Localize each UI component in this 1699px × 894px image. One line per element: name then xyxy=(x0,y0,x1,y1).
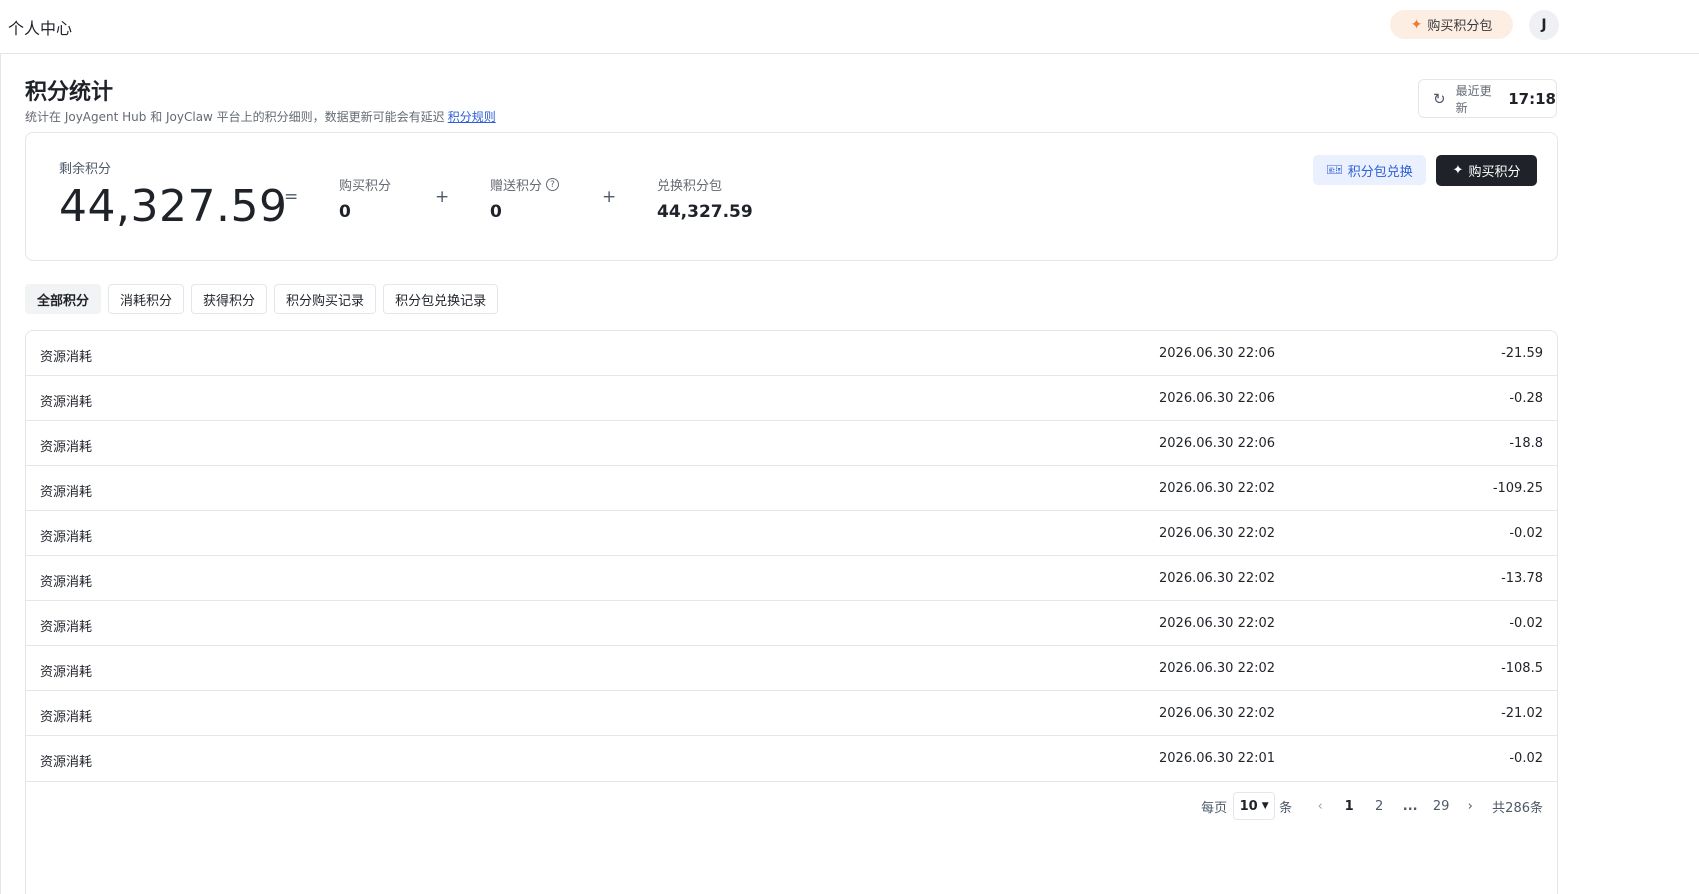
table-row: 资源消耗 2026.06.30 22:02 -108.5 xyxy=(26,646,1557,691)
tab-earned-points[interactable]: 获得积分 xyxy=(191,284,268,314)
record-time: 2026.06.30 22:01 xyxy=(1159,751,1276,766)
record-time: 2026.06.30 22:02 xyxy=(1159,526,1276,541)
equals-sign: = xyxy=(284,187,299,207)
points-summary-card: 剩余积分 44,327.59 = 购买积分 0 + 赠送积分 ? 0 + 兑换积… xyxy=(25,132,1558,261)
record-amount: -18.8 xyxy=(1509,436,1543,451)
page-title: 积分统计 xyxy=(25,80,114,105)
record-time: 2026.06.30 22:02 xyxy=(1159,661,1276,676)
sparkle-icon: ✦ xyxy=(1410,16,1423,33)
remaining-points-value: 44,327.59 xyxy=(59,181,288,232)
caret-down-icon: ▼ xyxy=(1261,801,1269,811)
gifted-points-value: 0 xyxy=(490,202,502,222)
description-text: 统计在 JoyAgent Hub 和 JoyClaw 平台上的积分细则，数据更新… xyxy=(25,110,445,124)
tab-consumed-points[interactable]: 消耗积分 xyxy=(108,284,185,314)
record-time: 2026.06.30 22:02 xyxy=(1159,616,1276,631)
chevron-right-icon[interactable]: › xyxy=(1456,799,1484,814)
exchanged-points-label: 兑换积分包 xyxy=(657,179,723,194)
record-time: 2026.06.30 22:02 xyxy=(1159,571,1276,586)
tab-purchase-records[interactable]: 积分购买记录 xyxy=(274,284,377,314)
record-type: 资源消耗 xyxy=(40,530,93,545)
purchased-points-value: 0 xyxy=(339,202,351,222)
points-records-table: 资源消耗 2026.06.30 22:06 -21.59 资源消耗 2026.0… xyxy=(25,330,1558,894)
points-pack-exchange-button[interactable]: 🎫︎ 积分包兑换 xyxy=(1313,155,1426,185)
exchanged-points-metric: 兑换积分包 44,327.59 xyxy=(657,175,753,222)
table-row: 资源消耗 2026.06.30 22:02 -0.02 xyxy=(26,511,1557,556)
record-amount: -0.02 xyxy=(1509,616,1543,631)
table-row: 资源消耗 2026.06.30 22:06 -21.59 xyxy=(26,331,1557,376)
tab-exchange-records[interactable]: 积分包兑换记录 xyxy=(383,284,499,314)
table-row: 资源消耗 2026.06.30 22:06 -0.28 xyxy=(26,376,1557,421)
page-last[interactable]: 29 xyxy=(1426,799,1456,814)
ticket-icon: 🎫︎ xyxy=(1326,162,1343,178)
record-amount: -0.02 xyxy=(1509,751,1543,766)
points-pack-exchange-label: 积分包兑换 xyxy=(1347,164,1413,180)
record-type: 资源消耗 xyxy=(40,575,93,590)
gifted-points-metric: 赠送积分 ? 0 xyxy=(490,175,560,222)
record-time: 2026.06.30 22:06 xyxy=(1159,391,1276,406)
purchased-points-label: 购买积分 xyxy=(339,179,392,194)
record-time: 2026.06.30 22:02 xyxy=(1159,481,1276,496)
last-update-time: 17:18 xyxy=(1508,89,1556,108)
plus-sign: + xyxy=(435,187,450,207)
refresh-icon[interactable]: ↻ xyxy=(1433,90,1446,108)
buy-points-pack-label: 购买积分包 xyxy=(1427,19,1493,34)
records-tabs: 全部积分 消耗积分 获得积分 积分购买记录 积分包兑换记录 xyxy=(25,284,499,314)
record-time: 2026.06.30 22:02 xyxy=(1159,706,1276,721)
record-amount: -108.5 xyxy=(1501,661,1543,676)
record-amount: -21.59 xyxy=(1501,346,1543,361)
table-row: 资源消耗 2026.06.30 22:06 -18.8 xyxy=(26,421,1557,466)
remaining-points-label: 剩余积分 xyxy=(59,162,112,177)
sparkle-icon: ✦ xyxy=(1452,163,1464,178)
record-type: 资源消耗 xyxy=(40,350,93,365)
page-size-select[interactable]: 10 ▼ xyxy=(1233,792,1276,820)
table-row: 资源消耗 2026.06.30 22:02 -0.02 xyxy=(26,601,1557,646)
record-type: 资源消耗 xyxy=(40,620,93,635)
tab-all-points[interactable]: 全部积分 xyxy=(25,284,102,314)
per-page-label: 每页 xyxy=(1201,800,1228,816)
record-type: 资源消耗 xyxy=(40,665,93,680)
table-row: 资源消耗 2026.06.30 22:02 -13.78 xyxy=(26,556,1557,601)
record-type: 资源消耗 xyxy=(40,710,93,725)
points-rules-link[interactable]: 积分规则 xyxy=(448,110,496,124)
page-size-unit: 条 xyxy=(1279,800,1293,816)
left-divider xyxy=(0,54,1,894)
exchanged-points-value: 44,327.59 xyxy=(657,202,753,222)
buy-points-button[interactable]: ✦ 购买积分 xyxy=(1436,155,1537,186)
page-2[interactable]: 2 xyxy=(1364,799,1394,814)
top-bar: 个人中心 ✦ 购买积分包 J xyxy=(0,0,1699,54)
record-amount: -0.02 xyxy=(1509,526,1543,541)
record-amount: -21.02 xyxy=(1501,706,1543,721)
record-amount: -0.28 xyxy=(1509,391,1543,406)
record-type: 资源消耗 xyxy=(40,395,93,410)
record-amount: -13.78 xyxy=(1501,571,1543,586)
page-size-value: 10 xyxy=(1239,798,1258,814)
buy-points-pack-button[interactable]: ✦ 购买积分包 xyxy=(1390,10,1513,39)
total-count: 共286条 xyxy=(1492,800,1543,816)
avatar[interactable]: J xyxy=(1529,10,1559,40)
record-type: 资源消耗 xyxy=(40,485,93,500)
record-type: 资源消耗 xyxy=(40,755,93,770)
table-row: 资源消耗 2026.06.30 22:02 -109.25 xyxy=(26,466,1557,511)
table-row: 资源消耗 2026.06.30 22:02 -21.02 xyxy=(26,691,1557,736)
last-update-label: 最近更新 xyxy=(1455,83,1492,115)
buy-points-label: 购买积分 xyxy=(1468,165,1521,180)
pagination-ellipsis[interactable]: ... xyxy=(1394,799,1426,814)
record-time: 2026.06.30 22:06 xyxy=(1159,346,1276,361)
page-1[interactable]: 1 xyxy=(1334,799,1364,814)
record-type: 资源消耗 xyxy=(40,440,93,455)
record-amount: -109.25 xyxy=(1492,481,1543,496)
table-row: 资源消耗 2026.06.30 22:01 -0.02 xyxy=(26,736,1557,782)
plus-sign: + xyxy=(602,187,617,207)
last-update-box: ↻ 最近更新 17:18 xyxy=(1418,79,1557,118)
page-description: 统计在 JoyAgent Hub 和 JoyClaw 平台上的积分细则，数据更新… xyxy=(25,108,496,125)
record-time: 2026.06.30 22:06 xyxy=(1159,436,1276,451)
help-icon[interactable]: ? xyxy=(546,178,560,191)
chevron-left-icon[interactable]: ‹ xyxy=(1306,799,1334,814)
purchased-points-metric: 购买积分 0 xyxy=(339,175,391,222)
pagination: 每页 10 ▼ 条 ‹ 1 2 ... 29 › 共286条 xyxy=(1201,792,1543,820)
header-title: 个人中心 xyxy=(8,19,73,38)
gifted-points-label: 赠送积分 xyxy=(490,179,543,194)
